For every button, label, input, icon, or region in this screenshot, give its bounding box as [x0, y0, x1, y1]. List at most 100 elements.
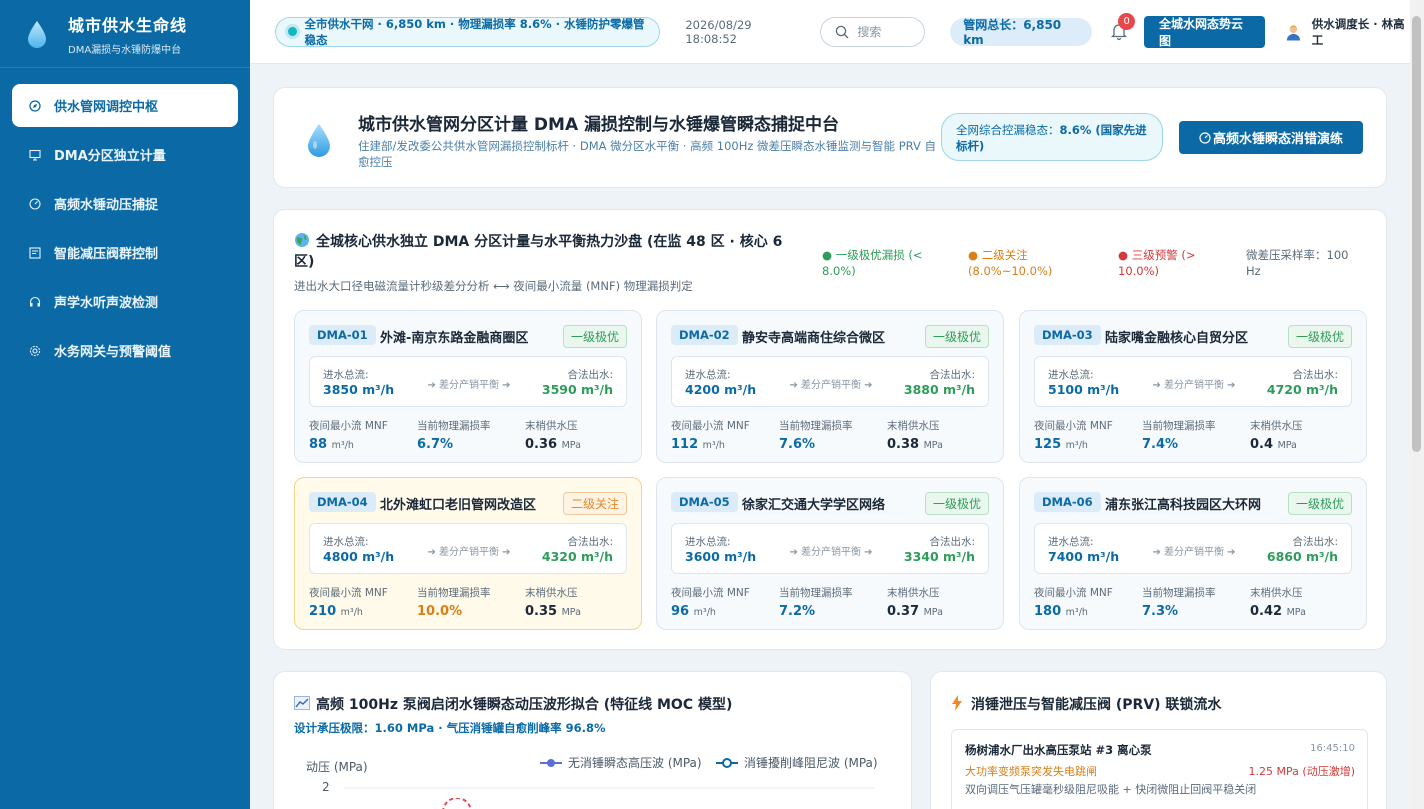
global-overview-button[interactable]: 全城水网态势云图 — [1144, 15, 1265, 48]
pressure-metric: 末梢供水压 0.4 MPa — [1250, 418, 1303, 452]
pressure-value: 0.36 — [525, 437, 558, 452]
loss-value: 10.0% — [417, 604, 463, 619]
dma-zone-card[interactable]: DMA-05 徐家汇交通大学学区网络 一级极优 进水总流: 3600 m³/h ➔ 差分产… — [656, 477, 1004, 630]
dma-panel-title-text: 全城核心供水独立 DMA 分区计量与水平衡热力沙盘 (在监 48 区 · 核心 … — [294, 234, 783, 270]
mnf-label: 夜间最小流 MNF — [309, 587, 388, 599]
mnf-metric: 夜间最小流 MNF 96 m³/h — [671, 585, 750, 619]
dma-zone-id: DMA-03 — [1034, 325, 1101, 345]
sidebar-item-network-hub[interactable]: 供水管网调控中枢 — [12, 84, 238, 127]
waveform-subtitle: 设计承压极限：1.60 MPa · 气压消锤罐自愈削峰率 96.8% — [294, 721, 606, 735]
dma-zone-card[interactable]: DMA-02 静安寺高端商住综合微区 一级极优 进水总流: 4200 m³/h ➔ 差分产… — [656, 310, 1004, 463]
pressure-metric: 末梢供水压 0.36 MPa — [525, 418, 581, 452]
avatar — [1286, 24, 1300, 40]
pressure-value-row: 0.37 MPa — [887, 604, 943, 619]
loss-label: 当前物理漏损率 — [779, 587, 853, 599]
user-menu[interactable]: 供水调度长 · 林高工 — [1285, 16, 1410, 48]
waveform-legend-damped[interactable]: 消锤擾削峰阻尼波 (MPa) — [716, 754, 878, 771]
dma-zone-name: 外滩-南京东路金融商圈区 — [380, 331, 529, 346]
loss-metric: 当前物理漏损率 6.7% — [417, 418, 491, 452]
pressure-unit: MPa — [1286, 607, 1306, 618]
loss-value: 7.6% — [779, 437, 816, 452]
sidebar-item-dma-metering[interactable]: DMA分区独立计量 — [12, 133, 238, 176]
sidebar-item-label: 声学水听声波检测 — [54, 296, 159, 311]
drill-button[interactable]: 高频水锤瞬态消错演练 — [1179, 121, 1363, 154]
pressure-label: 末梢供水压 — [887, 587, 940, 599]
waveform-legend-unmitigated[interactable]: 无消锤瞬态高压波 (MPa) — [540, 754, 702, 771]
page-subtitle: 住建部/发改委公共供水管网漏损控制标杆 · DMA 微分区水平衡 · 高频 10… — [358, 139, 937, 169]
prv-panel: 消锤泄压与智能减压阀 (PRV) 联锁流水 杨树浦水厂出水高压泵站 #3 离心泵… — [930, 671, 1387, 809]
dma-level-badge: 二级关注 — [562, 492, 627, 515]
mnf-value: 210 — [309, 604, 337, 619]
datetime: 2026/08/29 18:08:52 — [685, 17, 752, 46]
dma-level-badge: 一级极优 — [1287, 325, 1352, 348]
dma-zone-card[interactable]: DMA-01 外滩-南京东路金融商圈区 一级极优 进水总流: 3850 m³/h ➔ 差分… — [294, 310, 642, 463]
sidebar-item-acoustic[interactable]: 声学水听声波检测 — [12, 280, 238, 323]
mnf-unit: m³/h — [331, 440, 354, 451]
hero-card: 城市供水管网分区计量 DMA 漏损控制与水锤爆管瞬态捕捉中台 住建部/发改委公共… — [273, 87, 1387, 188]
mnf-unit: m³/h — [702, 440, 725, 451]
pressure-metric: 末梢供水压 0.42 MPa — [1250, 585, 1306, 619]
dma-zone-id: DMA-06 — [1034, 492, 1101, 512]
sidebar-item-prv-control[interactable]: 智能减压阀群控制 — [12, 231, 238, 274]
mnf-value-row: 180 m³/h — [1034, 604, 1113, 619]
mnf-value: 180 — [1034, 604, 1062, 619]
legend-level-3: ● 三级预警 (> 10.0%) — [1118, 248, 1196, 278]
prv-event-text: 大功率变频泵突发失电跳闸 — [965, 765, 1097, 778]
dma-zone-name: 陆家嘴金融核心自贸分区 — [1105, 331, 1249, 346]
pressure-label: 末梢供水压 — [525, 587, 578, 599]
mnf-metric: 夜间最小流 MNF 112 m³/h — [671, 418, 750, 452]
sidebar-item-water-hammer[interactable]: 高频水锤动压捕捉 — [12, 182, 238, 225]
outflow-label: 合法出水: — [567, 536, 613, 548]
sidebar-item-label: 供水管网调控中枢 — [54, 100, 159, 115]
mnf-value: 88 — [309, 437, 328, 452]
loss-metric: 当前物理漏损率 10.0% — [417, 585, 491, 619]
outflow-value: 3590 m³/h — [541, 382, 613, 397]
pressure-label: 末梢供水压 — [525, 420, 578, 432]
outflow-value: 3880 m³/h — [903, 382, 975, 397]
dma-zone-id: DMA-02 — [671, 325, 738, 345]
app-title: 城市供水生命线 — [68, 15, 188, 35]
dma-panel-title: 全城核心供水独立 DMA 分区计量与水平衡热力沙盘 (在监 48 区 · 核心 … — [294, 232, 804, 272]
sidebar-nav: 供水管网调控中枢 DMA分区独立计量 高频水锤动压捕捉 智能减压阀群控制 声学水… — [0, 68, 250, 372]
badge-prefix: 全网综合控漏稳态： — [956, 123, 1060, 137]
mnf-metric: 夜间最小流 MNF 88 m³/h — [309, 418, 388, 452]
pipe-total-badge: 管网总长：6,850 km — [950, 17, 1093, 47]
search-input[interactable]: 搜索 — [820, 16, 926, 47]
dma-level-badge: 一级极优 — [562, 325, 627, 348]
loss-value: 6.7% — [417, 437, 454, 452]
outflow-value: 3340 m³/h — [903, 549, 975, 564]
prv-title: 消锤泄压与智能减压阀 (PRV) 联锁流水 — [951, 694, 1221, 714]
prv-event-item[interactable]: 杨树浦水厂出水高压泵站 #3 离心泵 16:45:10 大功率变频泵突发失电跳闸… — [951, 729, 1368, 809]
flow-balance-box: 进水总流: 4200 m³/h ➔ 差分产销平衡 ➔ 合法出水: 3880 m³/h — [671, 356, 989, 407]
pressure-value-row: 0.4 MPa — [1250, 437, 1303, 452]
legend-label: 消锤擾削峰阻尼波 (MPa) — [744, 756, 878, 770]
sidebar-item-label: 智能减压阀群控制 — [54, 247, 159, 262]
mnf-label: 夜间最小流 MNF — [671, 420, 750, 432]
prv-timestamp: 16:45:10 — [1310, 743, 1355, 754]
ticker-text: 全市供水干网 · 6,850 km · 物理漏损率 8.6% · 水锤防护零爆管… — [304, 16, 645, 47]
notification-button[interactable]: 0 — [1110, 12, 1136, 42]
sidebar-item-gateway[interactable]: 水务网关与预警阈值 — [12, 329, 238, 372]
waveform-panel: 高频 100Hz 泵阀启闭水锤瞬态动压波形拟合 (特征线 MOC 模型) 设计承… — [273, 671, 912, 809]
outflow-value: 4720 m³/h — [1266, 382, 1338, 397]
dma-zone-card[interactable]: DMA-06 浦东张江高科技园区大环网 一级极优 进水总流: 7400 m³/h ➔ 差分… — [1019, 477, 1367, 630]
gear-icon — [28, 344, 42, 358]
dma-zone-card[interactable]: DMA-04 北外滩虹口老旧管网改造区 二级关注 进水总流: 4800 m³/h ➔ 差分… — [294, 477, 642, 630]
panel-icon — [28, 246, 42, 260]
mnf-metric: 夜间最小流 MNF 180 m³/h — [1034, 585, 1113, 619]
flow-balance-box: 进水总流: 4800 m³/h ➔ 差分产销平衡 ➔ 合法出水: 4320 m³/h — [309, 523, 627, 574]
pressure-value: 0.4 — [1250, 437, 1274, 452]
pressure-label: 末梢供水压 — [887, 420, 940, 432]
waveform-peak-marker — [442, 798, 472, 809]
gauge-icon — [28, 197, 42, 211]
notification-badge: 0 — [1118, 12, 1136, 30]
loss-label: 当前物理漏损率 — [1142, 587, 1216, 599]
legend-marker-icon — [716, 757, 738, 768]
dma-zone-card[interactable]: DMA-03 陆家嘴金融核心自贸分区 一级极优 进水总流: 5100 m³/h ➔ 差分产… — [1019, 310, 1367, 463]
loss-value: 7.2% — [779, 604, 816, 619]
pressure-value: 0.35 — [525, 604, 558, 619]
pressure-value-row: 0.36 MPa — [525, 437, 581, 452]
scrollbar-thumb[interactable] — [1412, 16, 1421, 452]
drill-button-label: 高频水锤瞬态消错演练 — [1212, 132, 1343, 147]
flow-balance-box: 进水总流: 3600 m³/h ➔ 差分产销平衡 ➔ 合法出水: 3340 m³/h — [671, 523, 989, 574]
